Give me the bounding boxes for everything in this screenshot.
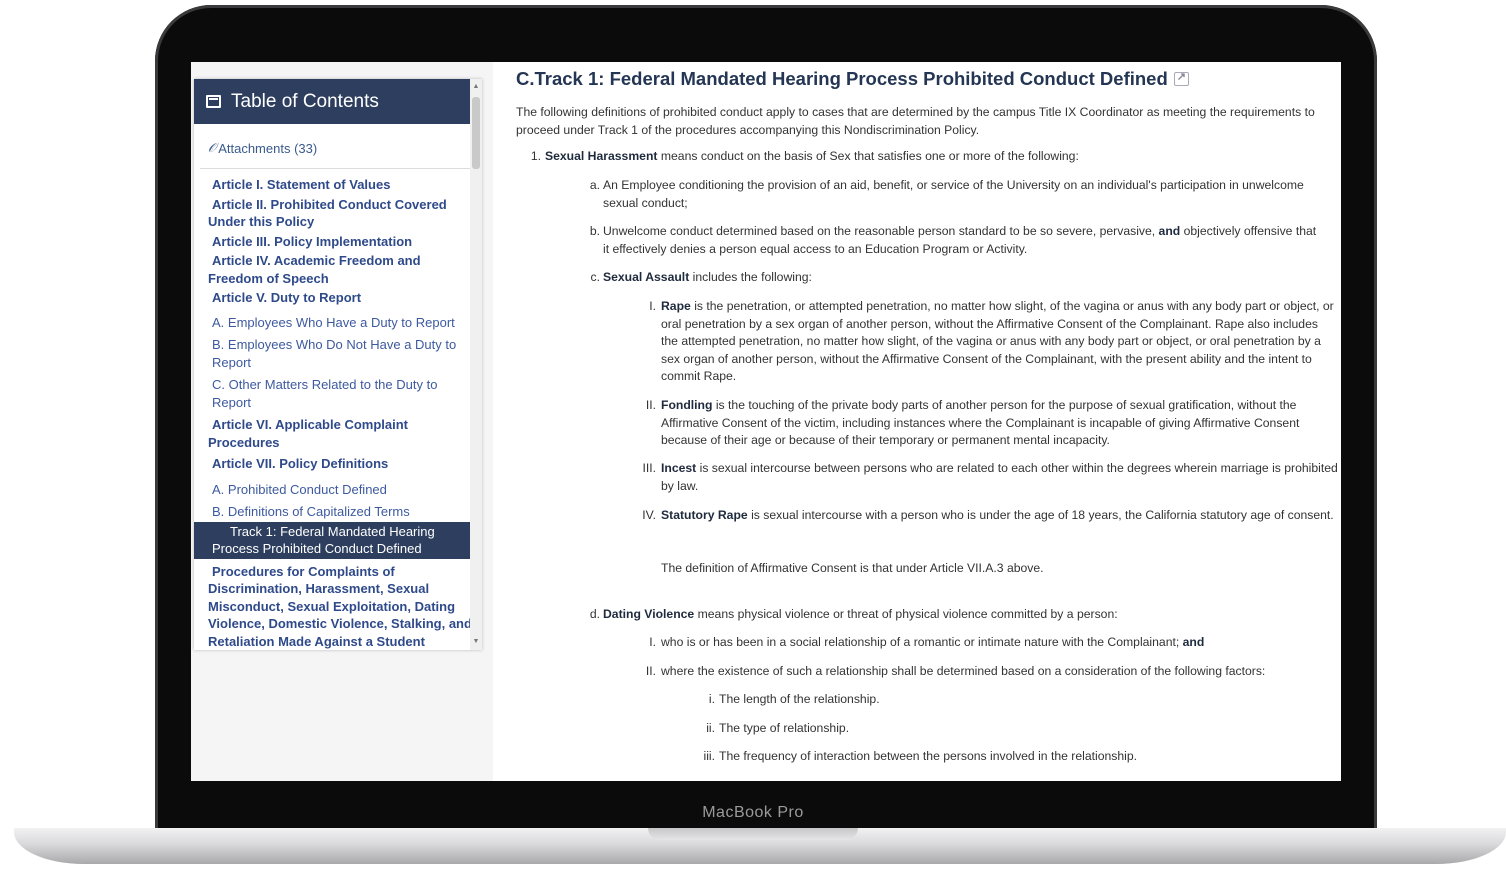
- table-of-contents-panel: Table of Contents 𝒪 Attachments (33) Art…: [194, 79, 482, 650]
- sidebar: Table of Contents 𝒪 Attachments (33) Art…: [191, 62, 493, 781]
- definition-text: means physical violence or threat of phy…: [694, 607, 1118, 621]
- divider: [200, 168, 476, 169]
- definition-text: means conduct on the basis of Sex that s…: [657, 149, 1079, 163]
- toc-subitem[interactable]: C. Other Matters Related to the Duty to …: [194, 375, 482, 412]
- list-marker: c.: [590, 270, 600, 284]
- list-marker: II.: [645, 664, 656, 678]
- toc-subitem[interactable]: A. Employees Who Have a Duty to Report: [194, 313, 482, 333]
- term: Incest: [661, 461, 697, 475]
- term: Rape: [661, 299, 691, 313]
- paperclip-icon: 𝒪: [208, 140, 217, 155]
- attachments-label: Attachments (33): [218, 140, 318, 156]
- term: Dating Violence: [603, 607, 695, 621]
- definition-item: The type of relationship.: [719, 721, 850, 735]
- toc-list: Article I. Statement of Values Article I…: [194, 175, 482, 650]
- toc-item[interactable]: Article II. Prohibited Conduct Covered U…: [194, 195, 482, 232]
- list-marker: i.: [708, 692, 715, 706]
- list-marker: II.: [645, 398, 656, 412]
- definition-item: where the existence of such a relationsh…: [661, 664, 1266, 678]
- definition-item: An Employee conditioning the provision o…: [603, 178, 1304, 210]
- share-icon[interactable]: [1173, 69, 1189, 87]
- toc-item-label: Article II. Prohibited Conduct Covered U…: [208, 196, 447, 230]
- toc-item[interactable]: Article VI. Applicable Complaint Procedu…: [194, 415, 482, 452]
- scroll-down-icon[interactable]: ▼: [472, 638, 480, 646]
- list-marker: a.: [589, 178, 600, 192]
- definition-text: is sexual intercourse between persons wh…: [661, 461, 1338, 493]
- definition-item: Sexual Harassment means conduct on the b…: [545, 148, 1325, 166]
- toc-title: Table of Contents: [231, 90, 379, 112]
- definition-item: Unwelcome conduct determined based on th…: [603, 223, 1318, 258]
- toc-item-label: A. Prohibited Conduct Defined: [212, 481, 387, 497]
- definition-item: The length of the relationship.: [719, 692, 880, 706]
- definition-text: is the penetration, or attempted penetra…: [661, 299, 1334, 383]
- list-marker: b.: [589, 224, 600, 238]
- attachments-link[interactable]: 𝒪 Attachments (33): [194, 124, 482, 160]
- definition-text: Unwelcome conduct determined based on th…: [603, 224, 1159, 238]
- device-label: MacBook Pro: [702, 804, 804, 821]
- toc-item-label: B. Employees Who Do Not Have a Duty to R…: [212, 337, 457, 370]
- toc-scrollbar[interactable]: ▲ ▼: [470, 79, 482, 650]
- toc-item-label: Article IV. Academic Freedom and Freedom…: [208, 253, 421, 286]
- consent-note: The definition of Affirmative Consent is…: [661, 561, 1044, 575]
- toc-item-label: B. Definitions of Capitalized Terms: [212, 504, 410, 519]
- toc-item-label: A. Employees Who Have a Duty to Report: [212, 314, 455, 330]
- term: Sexual Assault: [603, 270, 690, 284]
- toc-item-label: Article VII. Policy Definitions: [212, 456, 389, 471]
- definition-text: is sexual intercourse with a person who …: [747, 508, 1334, 522]
- term: Fondling: [661, 398, 713, 412]
- definition-item: who is or has been in a social relations…: [661, 634, 1341, 652]
- laptop-notch: [648, 828, 858, 840]
- definition-text: who is or has been in a social relations…: [661, 635, 1183, 649]
- definition-item: Incest is sexual intercourse between per…: [661, 460, 1341, 495]
- document-content: C.Track 1: Federal Mandated Hearing Proc…: [516, 62, 1341, 781]
- list-marker: I.: [649, 635, 656, 649]
- definition-text: includes the following:: [689, 270, 812, 284]
- toc-item[interactable]: Article III. Policy Implementation: [194, 232, 482, 252]
- term: Sexual Harassment: [545, 149, 658, 163]
- toc-item[interactable]: Procedures for Complaints of Discriminat…: [194, 562, 482, 651]
- scroll-up-icon[interactable]: ▲: [472, 83, 480, 91]
- list-marker: iii.: [703, 749, 715, 763]
- list-marker: d.: [589, 607, 600, 621]
- screen: Table of Contents 𝒪 Attachments (33) Art…: [191, 62, 1341, 781]
- toc-item-label: Procedures for Complaints of Discriminat…: [208, 563, 472, 649]
- definition-item: Rape is the penetration, or attempted pe…: [661, 298, 1336, 387]
- emphasis: and: [1182, 635, 1205, 649]
- term: Statutory Rape: [661, 508, 748, 522]
- definition-item: Dating Violence means physical violence …: [603, 606, 1318, 624]
- toc-item-label: Track 1: Federal Mandated Hearing Proces…: [212, 523, 435, 557]
- definition-text: is the touching of the private body part…: [661, 398, 1300, 447]
- toc-item-label: Article VI. Applicable Complaint Procedu…: [208, 417, 408, 450]
- toc-item-label: Article I. Statement of Values: [212, 177, 391, 192]
- toc-item-label: Article III. Policy Implementation: [212, 233, 413, 249]
- toc-header: Table of Contents: [194, 79, 482, 124]
- list-icon: [206, 95, 221, 108]
- list-marker: I.: [649, 299, 656, 313]
- page-title: C.Track 1: Federal Mandated Hearing Proc…: [516, 65, 1341, 93]
- definition-item: Sexual Assault includes the following:: [603, 269, 1318, 287]
- list-marker: 1.: [530, 149, 541, 163]
- toc-subitem[interactable]: B. Definitions of Capitalized Terms: [194, 502, 482, 522]
- toc-subitem[interactable]: A. Prohibited Conduct Defined: [194, 480, 482, 500]
- toc-item[interactable]: Article V. Duty to Report: [194, 288, 482, 308]
- emphasis: and: [1158, 224, 1181, 238]
- definition-item: The frequency of interaction between the…: [719, 749, 1138, 763]
- page-title-text: C.Track 1: Federal Mandated Hearing Proc…: [516, 68, 1168, 90]
- list-marker: ii.: [706, 721, 715, 735]
- toc-subitem[interactable]: B. Employees Who Do Not Have a Duty to R…: [194, 335, 482, 372]
- definition-item: Fondling is the touching of the private …: [661, 397, 1336, 451]
- toc-item[interactable]: Article VII. Policy Definitions: [194, 454, 482, 474]
- list-marker: IV.: [642, 508, 656, 522]
- definition-item: Statutory Rape is sexual intercourse wit…: [661, 507, 1341, 525]
- toc-item-label: Article V. Duty to Report: [212, 290, 362, 305]
- list-marker: III.: [642, 461, 656, 475]
- intro-paragraph: The following definitions of prohibited …: [516, 105, 1315, 137]
- toc-subitem-active[interactable]: Track 1: Federal Mandated Hearing Proces…: [194, 521, 482, 559]
- toc-item-label: C. Other Matters Related to the Duty to …: [212, 377, 438, 410]
- scroll-thumb[interactable]: [472, 97, 480, 169]
- toc-item[interactable]: Article I. Statement of Values: [194, 175, 482, 195]
- toc-item[interactable]: Article IV. Academic Freedom and Freedom…: [194, 251, 482, 288]
